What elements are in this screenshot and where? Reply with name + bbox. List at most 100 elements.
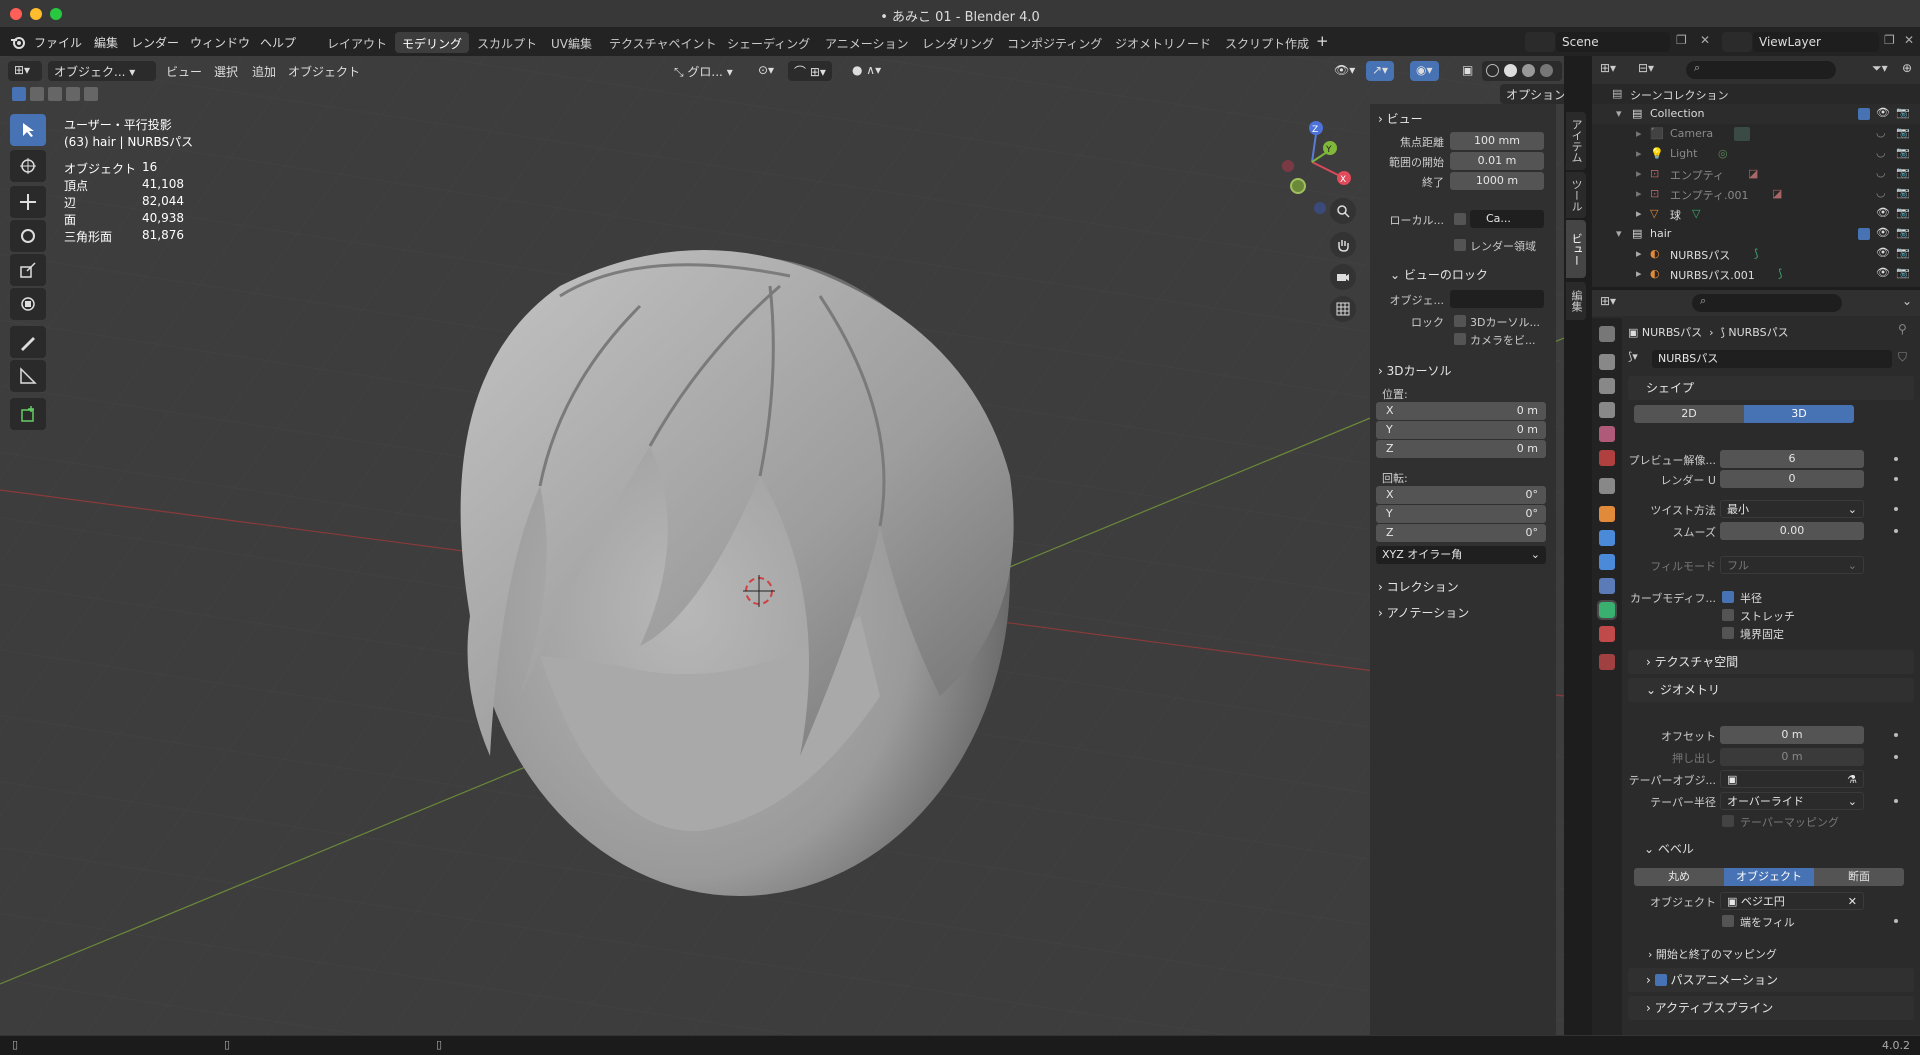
- menu-render[interactable]: レンダー: [131, 34, 179, 51]
- wireframe-shading-icon[interactable]: [1486, 64, 1499, 77]
- select-box-tool[interactable]: [10, 114, 46, 146]
- outliner-editor-type-icon[interactable]: ⊞▾: [1600, 61, 1616, 75]
- display-mode-icon[interactable]: ⊟▾: [1638, 61, 1654, 75]
- add-cube-tool[interactable]: [10, 398, 46, 430]
- view-layer-remove-icon[interactable]: ✕: [1904, 33, 1914, 47]
- extrude-field[interactable]: 0 m: [1720, 748, 1864, 766]
- menu-file[interactable]: ファイル: [34, 34, 82, 51]
- tab-uv[interactable]: UV編集: [544, 32, 599, 53]
- eye-closed-icon[interactable]: ◡: [1876, 166, 1886, 179]
- outliner-row[interactable]: ▸ ⊡ エンプティ ◪ ◡ 📷: [1592, 164, 1920, 184]
- camera-render-icon[interactable]: 📷: [1896, 166, 1910, 179]
- eye-icon[interactable]: 👁: [1876, 206, 1890, 219]
- lock-3d-cursor-checkbox[interactable]: [1454, 315, 1466, 327]
- cursor-location-x[interactable]: X 0 m: [1376, 402, 1546, 420]
- overlay-toggle-icon[interactable]: ◉▾: [1410, 61, 1439, 81]
- visibility-icon[interactable]: 👁▾: [1328, 61, 1361, 81]
- camera-render-icon[interactable]: 📷: [1896, 106, 1910, 119]
- taper-object-field[interactable]: ▣ ⚗: [1720, 770, 1864, 788]
- local-camera-field[interactable]: Ca...: [1470, 210, 1544, 228]
- tab-texture-paint[interactable]: テクスチャペイント: [602, 32, 724, 53]
- cursor-location-y[interactable]: Y 0 m: [1376, 421, 1546, 439]
- fill-caps-checkbox[interactable]: [1722, 915, 1734, 927]
- annotation-section-header[interactable]: › アノテーション: [1378, 604, 1469, 621]
- 3d-viewport[interactable]: ⊞▾ オブジェク... ▾ ビュー 選択 追加 オブジェクト ⤡ グロ... ▾…: [0, 56, 1564, 1035]
- camera-render-icon[interactable]: 📷: [1896, 126, 1910, 139]
- keyframe-dot[interactable]: [1894, 507, 1898, 511]
- 3d-cursor-section-header[interactable]: › 3Dカーソル: [1378, 362, 1452, 379]
- add-workspace-icon[interactable]: +: [1316, 32, 1329, 50]
- select-subtract-icon[interactable]: [48, 87, 62, 101]
- datablock-name-field[interactable]: NURBSパス: [1652, 350, 1892, 368]
- stretch-checkbox[interactable]: [1722, 609, 1734, 621]
- view-layer-field[interactable]: ViewLayer: [1753, 32, 1879, 52]
- tab-scripting[interactable]: スクリプト作成: [1218, 32, 1316, 53]
- outliner-row[interactable]: ▸ ⬛ Camera ◡ 📷: [1592, 124, 1920, 144]
- select-new-icon[interactable]: [12, 87, 26, 101]
- annotate-tool[interactable]: [10, 326, 46, 358]
- path-animation-checkbox[interactable]: [1654, 974, 1667, 986]
- cursor-rotation-z[interactable]: Z 0°: [1376, 524, 1546, 542]
- transform-tool[interactable]: [10, 288, 46, 320]
- measure-tool[interactable]: [10, 360, 46, 392]
- tab-sculpt[interactable]: スカルプト: [470, 32, 544, 53]
- tab-modeling[interactable]: モデリング: [395, 32, 470, 53]
- taper-mapping-checkbox[interactable]: [1722, 815, 1734, 827]
- select-intersect-icon[interactable]: [84, 87, 98, 101]
- render-region-checkbox[interactable]: [1454, 239, 1466, 251]
- outliner-row[interactable]: ▾ ▤ Collection 👁 📷: [1592, 104, 1920, 124]
- render-u-field[interactable]: 0: [1720, 470, 1864, 488]
- menu-edit[interactable]: 編集: [94, 34, 118, 51]
- options-dropdown[interactable]: オプション ▾: [1500, 84, 1564, 104]
- local-camera-checkbox[interactable]: [1454, 213, 1466, 225]
- menu-select[interactable]: 選択: [208, 61, 244, 81]
- gizmo-toggle-icon[interactable]: ↗▾: [1366, 61, 1395, 81]
- keyframe-dot[interactable]: [1894, 755, 1898, 759]
- fake-user-icon[interactable]: ⛉: [1898, 350, 1907, 365]
- lock-object-field[interactable]: [1450, 290, 1544, 308]
- eye-icon[interactable]: 👁: [1876, 246, 1890, 259]
- smooth-field[interactable]: 0.00: [1720, 522, 1864, 540]
- properties-editor-type-icon[interactable]: ⊞▾: [1600, 294, 1616, 308]
- tool-tab-icon[interactable]: [1599, 326, 1615, 342]
- view-layer-copy-icon[interactable]: ❐: [1884, 33, 1895, 47]
- bounds-clamp-checkbox[interactable]: [1722, 627, 1734, 639]
- properties-options-icon[interactable]: ⌄: [1902, 294, 1912, 308]
- keyframe-dot[interactable]: [1894, 733, 1898, 737]
- tab-geometry-nodes[interactable]: ジオメトリノード: [1108, 32, 1218, 53]
- tab-item[interactable]: アイテム: [1566, 112, 1586, 170]
- twist-method-select[interactable]: 最小 ⌄: [1720, 500, 1864, 518]
- expand-arrow-icon[interactable]: ▸: [1636, 267, 1642, 280]
- preview-resolution-field[interactable]: 6: [1720, 450, 1864, 468]
- material-shading-icon[interactable]: [1522, 64, 1535, 77]
- expand-arrow-icon[interactable]: ▸: [1636, 187, 1642, 200]
- tab-tool[interactable]: ツール: [1566, 172, 1586, 218]
- keyframe-dot[interactable]: [1894, 799, 1898, 803]
- eye-closed-icon[interactable]: ◡: [1876, 186, 1886, 199]
- transform-orientation[interactable]: ⤡ グロ... ▾: [668, 61, 739, 81]
- tab-layout[interactable]: レイアウト: [320, 32, 394, 53]
- view-lock-header[interactable]: ⌄ ビューのロック: [1390, 266, 1488, 283]
- select-invert-icon[interactable]: [66, 87, 80, 101]
- eye-icon[interactable]: 👁: [1876, 226, 1890, 239]
- scene-selector-icon[interactable]: [1525, 32, 1555, 52]
- scene-remove-icon[interactable]: ✕: [1700, 33, 1710, 47]
- taper-radius-select[interactable]: オーバーライド ⌄: [1720, 792, 1864, 810]
- bevel-object-field[interactable]: ▣ ベジエ円 ✕: [1720, 892, 1864, 910]
- cursor-location-z[interactable]: Z 0 m: [1376, 440, 1546, 458]
- outliner-row[interactable]: ▸ ⊡ エンプティ.001 ◪ ◡ 📷: [1592, 184, 1920, 204]
- shape-panel-header[interactable]: シェイプ: [1628, 376, 1914, 400]
- eye-icon[interactable]: 👁: [1876, 266, 1890, 279]
- geometry-panel-header[interactable]: ⌄ ジオメトリ: [1628, 678, 1914, 702]
- render-tab-icon[interactable]: [1599, 354, 1615, 370]
- texture-tab-icon[interactable]: [1599, 654, 1615, 670]
- expand-arrow-icon[interactable]: ▾: [1616, 227, 1622, 240]
- keyframe-dot[interactable]: [1894, 477, 1898, 481]
- snap-icon[interactable]: ⌒ ⊞▾: [788, 61, 832, 81]
- texture-space-panel-header[interactable]: › テクスチャ空間: [1628, 650, 1914, 674]
- new-collection-icon[interactable]: ⊕: [1902, 61, 1912, 75]
- scene-name-field[interactable]: Scene: [1556, 32, 1670, 52]
- tab-compositing[interactable]: コンポジティング: [1000, 32, 1109, 53]
- cursor-rotation-y[interactable]: Y 0°: [1376, 505, 1546, 523]
- tab-rendering[interactable]: レンダリング: [915, 32, 1001, 53]
